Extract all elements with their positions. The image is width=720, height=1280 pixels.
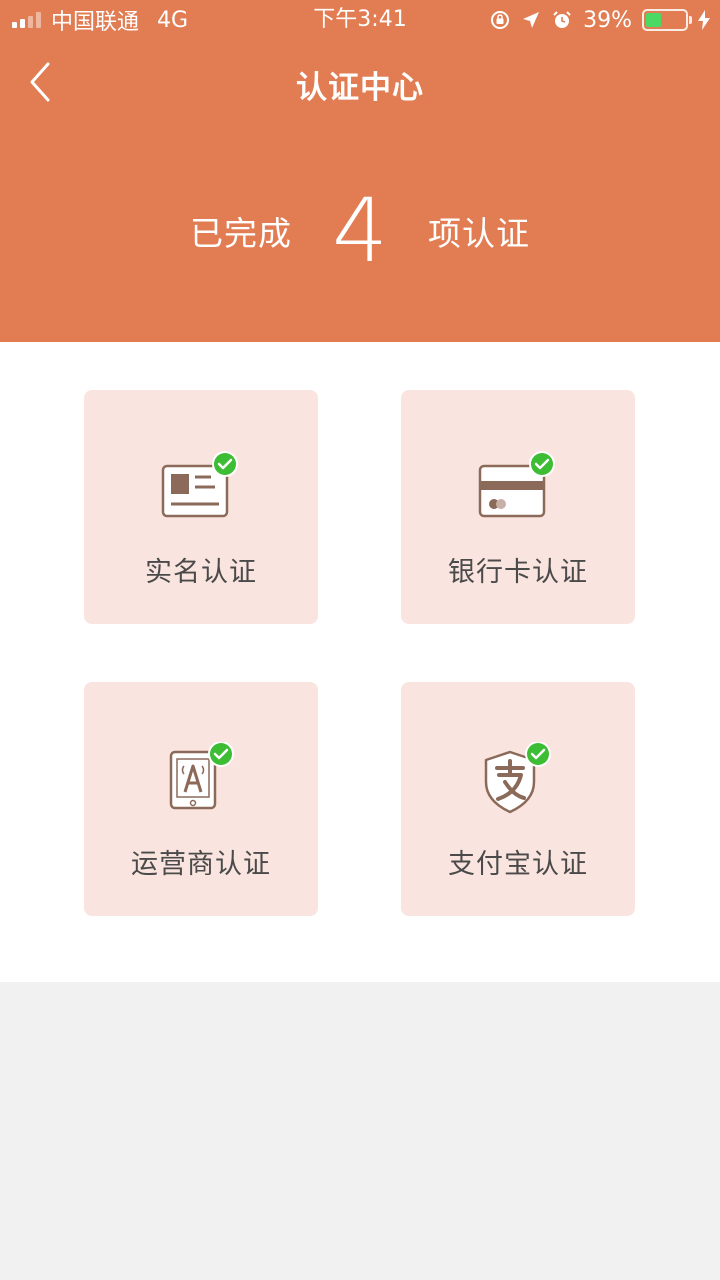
orientation-lock-icon [491, 11, 510, 29]
alipay-verification-card[interactable]: 支付宝认证 [401, 682, 635, 916]
verification-summary: 已完成 4 项认证 [0, 176, 720, 286]
summary-suffix: 项认证 [428, 214, 530, 253]
carrier-verification-card[interactable]: 运营商认证 [84, 682, 318, 916]
alarm-clock-icon [553, 11, 571, 28]
card-label: 银行卡认证 [448, 557, 588, 588]
location-arrow-icon [523, 12, 540, 28]
bank-card-icon [478, 451, 555, 518]
card-label: 实名认证 [145, 557, 257, 588]
phone-carrier-icon [169, 742, 234, 810]
charging-bolt-icon [698, 10, 710, 30]
navigation-bar: 认证中心 [0, 40, 720, 124]
empty-area [0, 982, 720, 1280]
header-banner: 中国联通 4G 下午3:41 39% 认证中心 已完成 4 项认证 [0, 0, 720, 342]
page-title: 认证中心 [296, 70, 424, 106]
status-bar: 中国联通 4G 下午3:41 39% [0, 0, 720, 40]
verification-grid: 实名认证 银行卡认证 运营商认证 支付宝认证 [0, 342, 720, 982]
card-label: 支付宝认证 [448, 849, 588, 880]
alipay-shield-icon [484, 742, 551, 814]
bank-card-verification-card[interactable]: 银行卡认证 [401, 390, 635, 624]
card-label: 运营商认证 [131, 849, 271, 880]
id-card-icon [161, 451, 238, 518]
clock: 下午3:41 [313, 7, 407, 32]
identity-verification-card[interactable]: 实名认证 [84, 390, 318, 624]
battery-icon [642, 9, 692, 31]
summary-prefix: 已完成 [190, 214, 292, 253]
battery-percent: 39% [583, 7, 632, 33]
completed-count: 4 [332, 179, 388, 282]
